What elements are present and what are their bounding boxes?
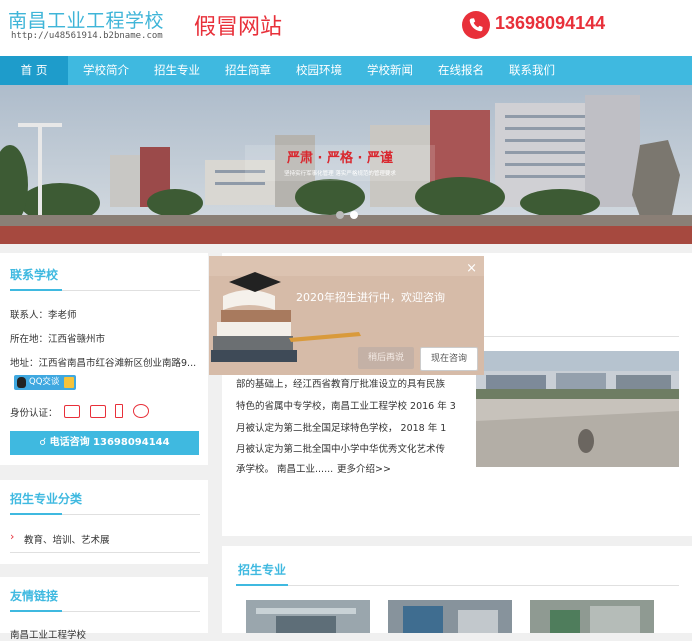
qq-label: QQ交谈 [29,377,60,387]
nav-admissions[interactable]: 招生简章 [214,56,282,85]
nav-home[interactable]: 首 页 [0,56,68,85]
major-thumbnail[interactable] [388,600,512,633]
phone-icon [462,11,490,39]
header-phone-number[interactable]: 13698094144 [495,13,605,34]
headset-icon: ☌ [39,437,47,448]
wechat-verified-icon [133,404,149,418]
nav-contact[interactable]: 联系我们 [498,56,566,85]
about-text-line: 月被认定为第二批全国中小学中华优秀文化艺术传 [236,444,446,455]
nav-majors[interactable]: 招生专业 [143,56,211,85]
title-accent [236,584,288,586]
major-thumbnail[interactable] [246,600,370,633]
id-card-icon [64,405,80,418]
banner-image: 严肃 · 严格 · 严谨 坚持实行军事化管理 落实严格规范的管理要求 [0,85,692,244]
divider [10,552,200,553]
more-about-link[interactable]: 更多介绍>> [337,461,391,475]
nav-about[interactable]: 学校简介 [72,56,140,85]
qq-penguin-icon [17,377,26,388]
categories-title: 招生专业分类 [10,492,83,506]
about-text-line: 月被认定为第二批全国足球特色学校， 2018 年 1 [236,423,447,434]
about-text-line: 承学校。 南昌工业...... [236,464,334,475]
chevron-right-icon: › [10,530,15,543]
contact-location: 所在地：江西省赣州市 [10,334,106,345]
contact-card-title: 联系学校 [10,268,59,282]
phone-consult-button[interactable]: ☌ 电话咨询 13698094144 [10,431,199,455]
category-item[interactable]: 教育、培训、艺术展 [24,532,110,546]
friend-link-item[interactable]: 南昌工业工程学校 [10,627,86,641]
contact-person: 联系人：李老师 [10,310,77,321]
popup-message: 2020年招生进行中，欢迎咨询 [296,291,445,304]
major-thumbnail[interactable] [530,600,654,633]
title-accent [10,610,62,612]
nav-apply[interactable]: 在线报名 [427,56,495,85]
close-icon[interactable]: × [466,261,477,276]
header: 南昌工业工程学校 http://u48561914.b2bname.com 假冒… [0,0,692,56]
contact-address: 地址：江西省南昌市红谷滩新区创业南路9... [10,358,197,369]
admission-popup: 2020年招生进行中，欢迎咨询 × 稍后再说 现在咨询 [209,256,484,375]
majors-title: 招生专业 [238,563,287,577]
title-accent [10,513,62,515]
consult-now-button[interactable]: 现在咨询 [420,347,478,371]
banner-slogan: 严肃 · 严格 · 严谨 [286,150,393,166]
banner-subtitle: 坚持实行军事化管理 落实严格规范的管理要求 [284,169,396,177]
friend-links-card [0,577,208,633]
business-license-icon [90,405,106,418]
divider [236,585,679,586]
main-nav: 首 页 学校简介 招生专业 招生简章 校园环境 学校新闻 在线报名 联系我们 [0,56,692,85]
id-verification-label: 身份认证： [10,408,58,419]
campus-photo [476,351,679,467]
about-text-line: 特色的省属中专学校，南昌工业工程学校 2016 年 3 [236,401,456,412]
qq-badge-icon [64,377,74,388]
qq-chat-button[interactable]: QQ交谈 [14,375,76,390]
phone-consult-label: 电话咨询 13698094144 [49,437,170,448]
fake-site-label: 假冒网站 [194,15,283,40]
about-text-line: 部的基础上，经江西省教育厅批准设立的具有民族 [236,379,446,390]
mobile-verified-icon [115,404,123,418]
nav-news[interactable]: 学校新闻 [356,56,424,85]
nav-campus[interactable]: 校园环境 [285,56,353,85]
title-accent [10,289,62,291]
later-button[interactable]: 稍后再说 [358,347,414,369]
school-name[interactable]: 南昌工业工程学校 [8,6,164,33]
site-url: http://u48561914.b2bname.com [11,31,163,41]
friend-links-title: 友情链接 [10,589,59,603]
